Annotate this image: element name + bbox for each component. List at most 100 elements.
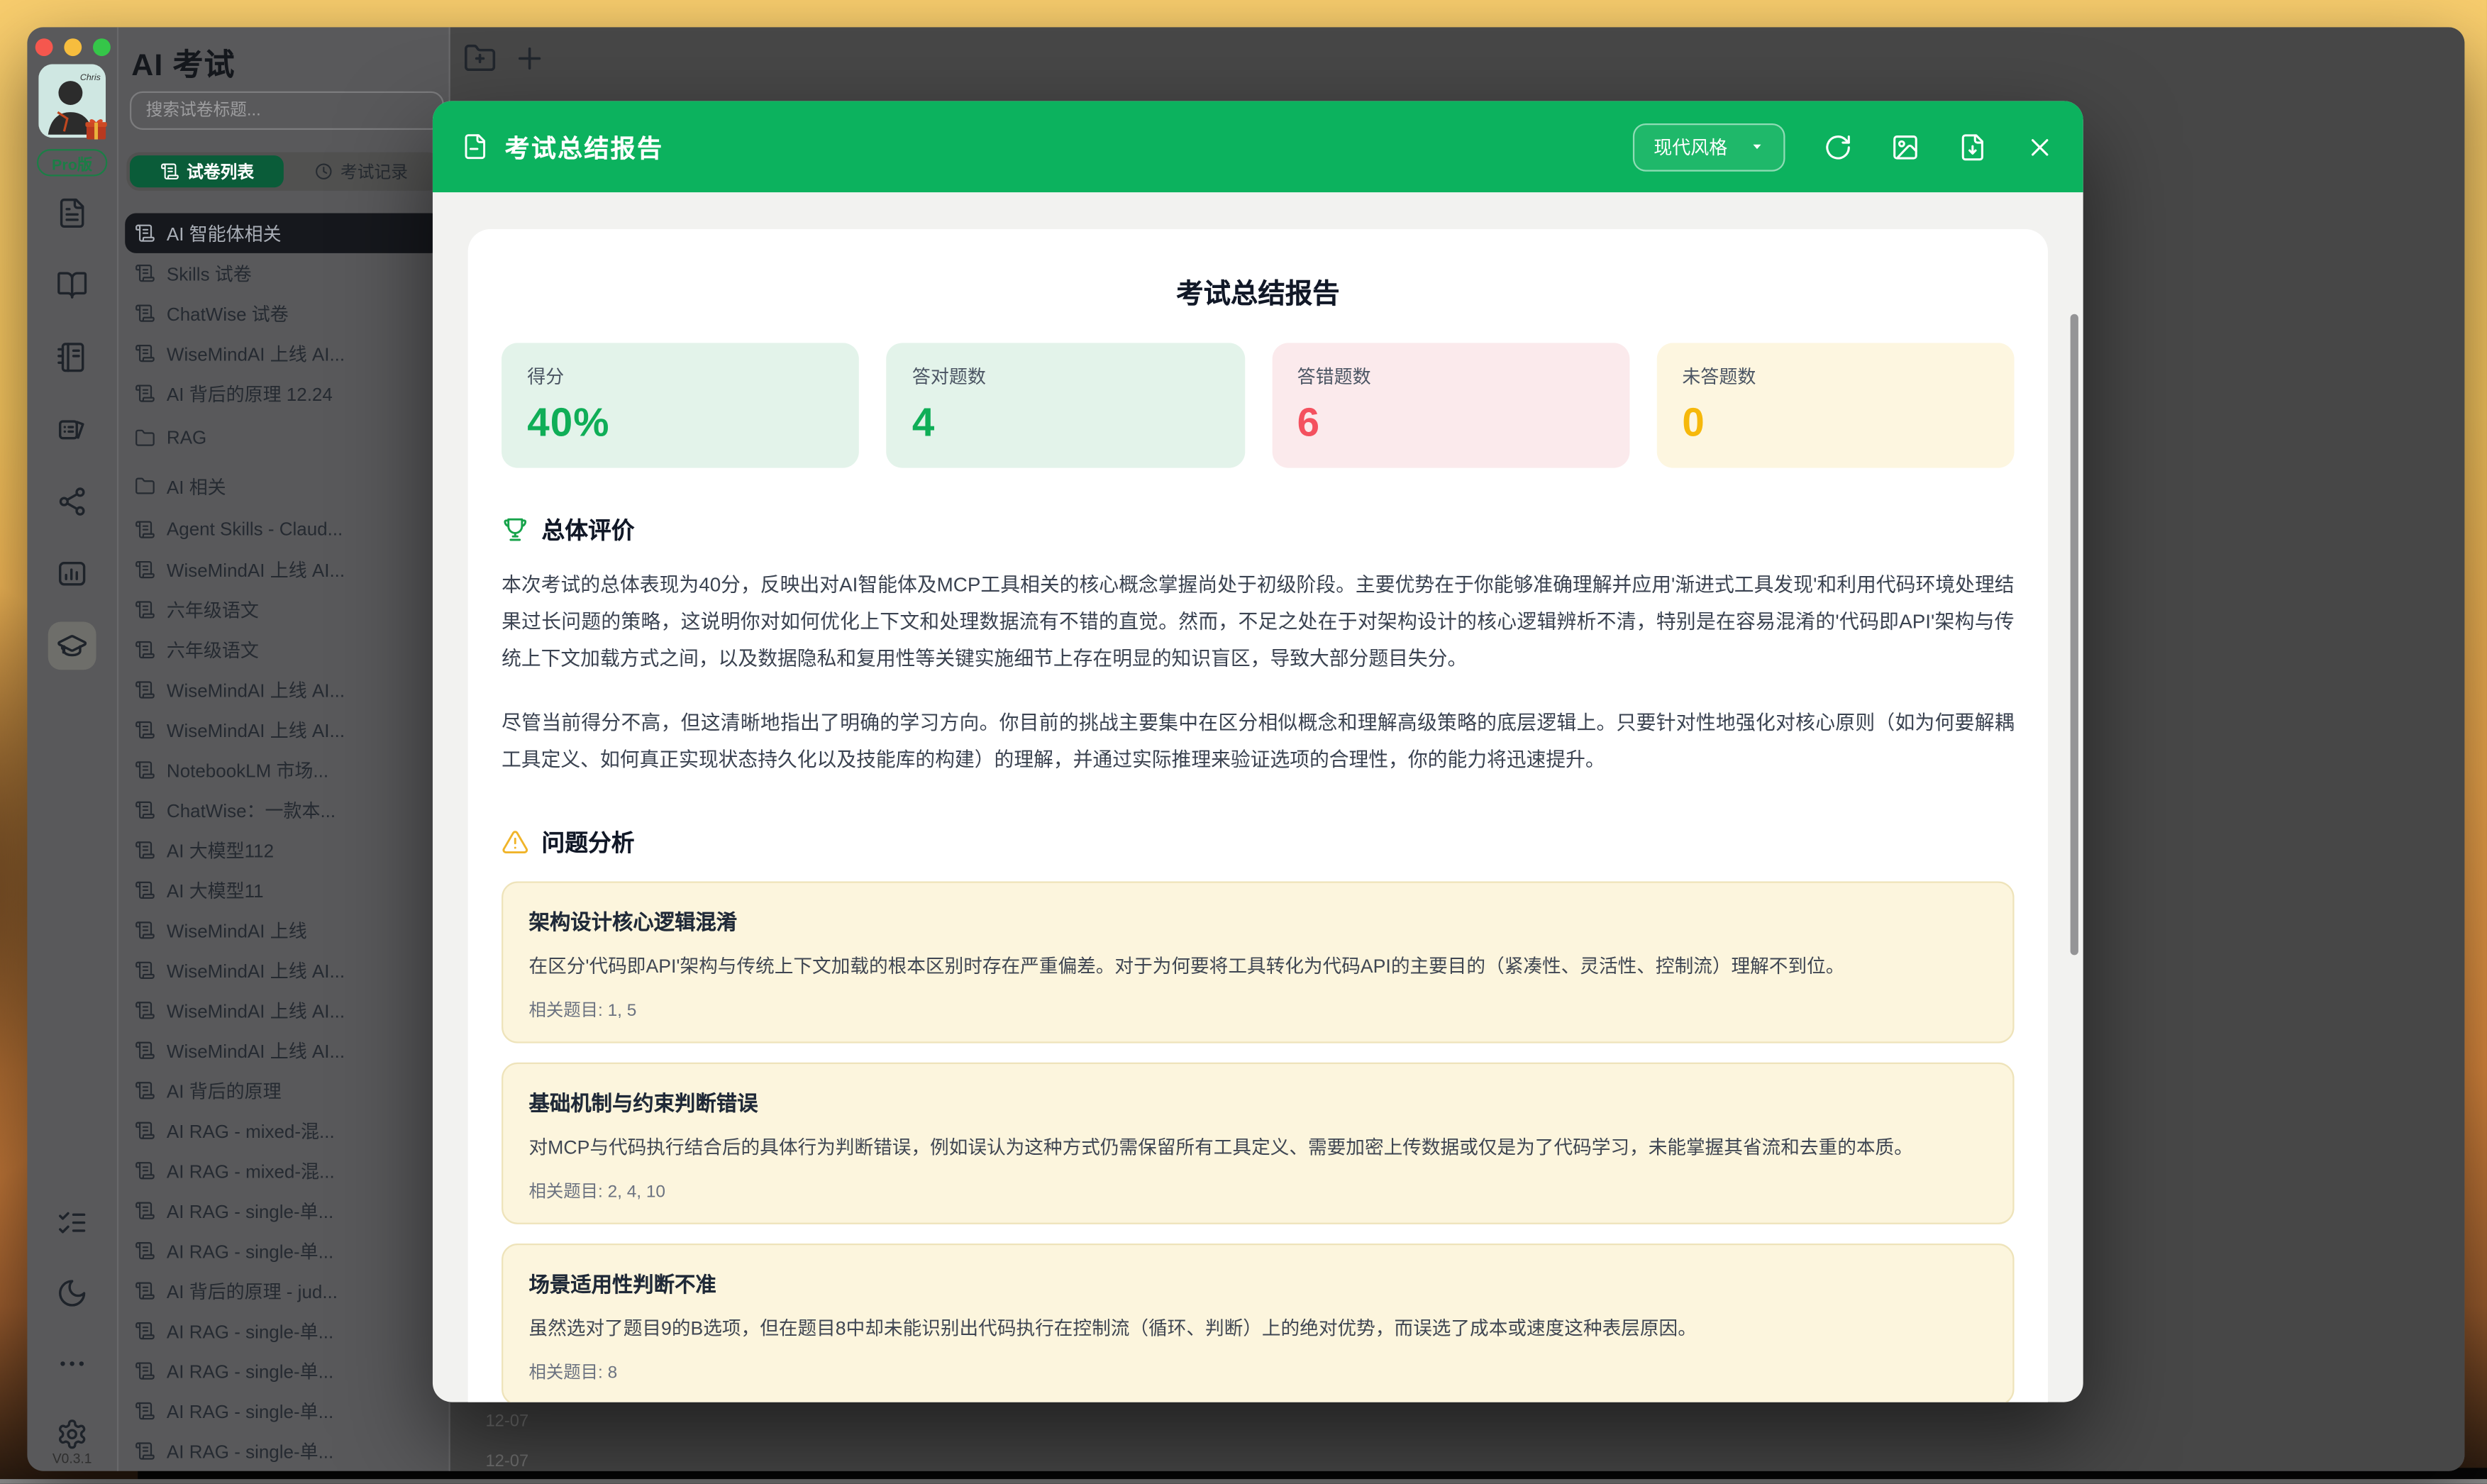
exam-list-item-label: 六年级语文 <box>167 637 259 663</box>
rail-utility-item[interactable] <box>48 1340 96 1388</box>
svg-text:Chris: Chris <box>80 72 101 82</box>
exam-list-item[interactable]: AI RAG - single-单... <box>125 1311 442 1351</box>
sidebar-tab[interactable]: 试卷列表 <box>130 155 284 187</box>
header-action-button[interactable] <box>513 42 546 75</box>
sidebar-tabs: 试卷列表 考试记录 <box>126 153 441 191</box>
exam-list-item[interactable]: 六年级语文 <box>125 630 442 670</box>
modal-scrollbar[interactable] <box>2071 314 2078 956</box>
exam-list-item[interactable]: AI 相关 <box>125 466 442 506</box>
export-image-button[interactable] <box>1891 132 1920 161</box>
zoom-window-button[interactable] <box>93 38 111 56</box>
exam-list-item[interactable]: AI RAG - single-单... <box>125 1190 442 1230</box>
gift-icon[interactable] <box>83 116 109 141</box>
minimize-window-button[interactable] <box>64 38 82 56</box>
exam-list-item[interactable]: AI 大模型112 <box>125 830 442 870</box>
scroll-icon <box>135 383 155 404</box>
exam-list-item[interactable]: AI 背后的原理 - jud... <box>125 1270 442 1310</box>
exam-list-item[interactable]: RAG <box>125 419 442 458</box>
rail-nav-item[interactable] <box>48 621 96 670</box>
rail-nav-item[interactable] <box>48 261 96 309</box>
close-modal-button[interactable] <box>2025 132 2054 161</box>
problems-section-header: 问题分析 <box>502 824 2014 858</box>
exam-list-item[interactable]: AI 大模型11 <box>125 870 442 910</box>
scroll-icon <box>135 1320 155 1341</box>
book-open-icon <box>56 270 88 301</box>
exam-list-item[interactable]: AI RAG - single-单... <box>125 1431 442 1471</box>
scroll-icon <box>135 1161 155 1181</box>
exam-list-item[interactable]: AI 智能体相关 <box>125 213 442 253</box>
pro-badge[interactable]: Pro版 <box>37 149 107 176</box>
stat-label: 未答题数 <box>1682 364 1988 389</box>
refresh-button[interactable] <box>1824 132 1853 161</box>
exam-list-item[interactable]: AI 背后的原理 12.24 <box>125 373 442 413</box>
rail-nav-item[interactable] <box>48 550 96 598</box>
exam-list-item[interactable]: 六年级语文 <box>125 589 442 629</box>
scroll-icon <box>135 639 155 660</box>
exam-list-item[interactable]: WiseMindAI 上线 AI... <box>125 951 442 990</box>
exam-list-item[interactable]: NotebookLM 市场... <box>125 750 442 790</box>
rail-nav <box>27 189 117 670</box>
scroll-icon <box>135 680 155 700</box>
exam-list-item-label: ChatWise 试卷 <box>167 301 289 326</box>
problem-card-title: 基础机制与约束判断错误 <box>528 1086 1987 1117</box>
exam-list-item[interactable]: WiseMindAI 上线 AI... <box>125 710 442 750</box>
exam-list-item-label: AI RAG - single-单... <box>167 1438 333 1463</box>
checklist-icon <box>56 1207 88 1239</box>
problem-card-title: 架构设计核心逻辑混淆 <box>528 904 1987 935</box>
stats-row: 得分 40% 答对题数 4 答错题数 6 <box>502 343 2014 467</box>
scroll-icon <box>135 840 155 860</box>
close-window-button[interactable] <box>35 38 53 56</box>
exam-list-item[interactable]: ChatWise 试卷 <box>125 293 442 333</box>
record-date: 12-07 <box>485 1452 528 1471</box>
exam-list-item[interactable]: AI RAG - single-单... <box>125 1351 442 1390</box>
sidebar-tab[interactable]: 考试记录 <box>284 155 438 187</box>
rail-utility-nav <box>27 1199 117 1458</box>
problem-card-desc: 对MCP与代码执行结合后的具体行为判断错误，例如误认为这种方式仍需保留所有工具定… <box>528 1131 1987 1163</box>
exam-list-item[interactable]: AI RAG - mixed-混... <box>125 1110 442 1150</box>
search-input[interactable] <box>130 92 444 130</box>
stat-card: 未答题数 0 <box>1656 343 2014 467</box>
rail-nav-item[interactable] <box>48 406 96 454</box>
export-file-button[interactable] <box>1958 132 1987 161</box>
exam-list-item-label: RAG <box>167 428 206 448</box>
exam-list-item[interactable]: AI RAG - single-单... <box>125 1231 442 1270</box>
exam-list-item[interactable]: WiseMindAI 上线 <box>125 910 442 950</box>
problem-card: 架构设计核心逻辑混淆 在区分'代码即API'架构与传统上下文加载的根本区别时存在… <box>502 880 2014 1042</box>
exam-list-item[interactable]: ChatWise：一款本... <box>125 790 442 830</box>
header-action-button[interactable] <box>463 42 497 75</box>
problem-card-title: 场景适用性判断不准 <box>528 1267 1987 1297</box>
scroll-icon <box>135 1120 155 1141</box>
rail-nav-item[interactable] <box>48 333 96 382</box>
exam-list-item[interactable]: Agent Skills - Claud... <box>125 509 442 549</box>
share-icon <box>56 485 88 517</box>
problem-card-desc: 在区分'代码即API'架构与传统上下文加载的根本区别时存在严重偏差。对于为何要将… <box>528 950 1987 982</box>
scroll-icon <box>135 719 155 740</box>
style-select[interactable]: 现代风格 <box>1633 123 1785 171</box>
exam-list-item[interactable]: WiseMindAI 上线 AI... <box>125 1031 442 1070</box>
problem-card-related: 相关题目: 1, 5 <box>528 996 1987 1021</box>
rail-nav-item[interactable] <box>48 189 96 238</box>
scroll-icon <box>135 1080 155 1101</box>
exam-list-item-label: WiseMindAI 上线 AI... <box>167 997 345 1023</box>
exam-list-item[interactable]: AI RAG - mixed-混... <box>125 1151 442 1190</box>
exam-list-item[interactable]: WiseMindAI 上线 AI... <box>125 670 442 709</box>
stat-label: 答对题数 <box>912 364 1219 389</box>
exam-list-item-label: AI RAG - single-单... <box>167 1358 333 1384</box>
exam-list-item[interactable]: WiseMindAI 上线 AI... <box>125 550 442 589</box>
report-title: 考试总结报告 <box>502 271 2014 311</box>
exam-list-item-label: WiseMindAI 上线 AI... <box>167 340 345 366</box>
exam-list-item[interactable]: Skills 试卷 <box>125 253 442 293</box>
exam-list-item[interactable]: WiseMindAI 上线 AI... <box>125 990 442 1030</box>
rail-utility-item[interactable] <box>48 1199 96 1247</box>
rail-utility-item[interactable] <box>48 1269 96 1317</box>
rail-nav-item[interactable] <box>48 477 96 526</box>
overall-paragraph: 本次考试的总体表现为40分，反映出对AI智能体及MCP工具相关的核心概念掌握尚处… <box>502 567 2014 679</box>
scroll-icon <box>135 960 155 980</box>
clock-icon <box>314 162 333 181</box>
exam-list-item[interactable]: WiseMindAI 上线 AI... <box>125 333 442 373</box>
exam-report-modal: 考试总结报告 现代风格 考试总结报告 <box>433 101 2083 1402</box>
exam-list-item-label: ChatWise：一款本... <box>167 797 336 823</box>
exam-list-item[interactable]: AI 背后的原理 <box>125 1070 442 1110</box>
modal-toolbar: 现代风格 <box>1633 123 2054 171</box>
exam-list-item[interactable]: AI RAG - single-单... <box>125 1391 442 1431</box>
